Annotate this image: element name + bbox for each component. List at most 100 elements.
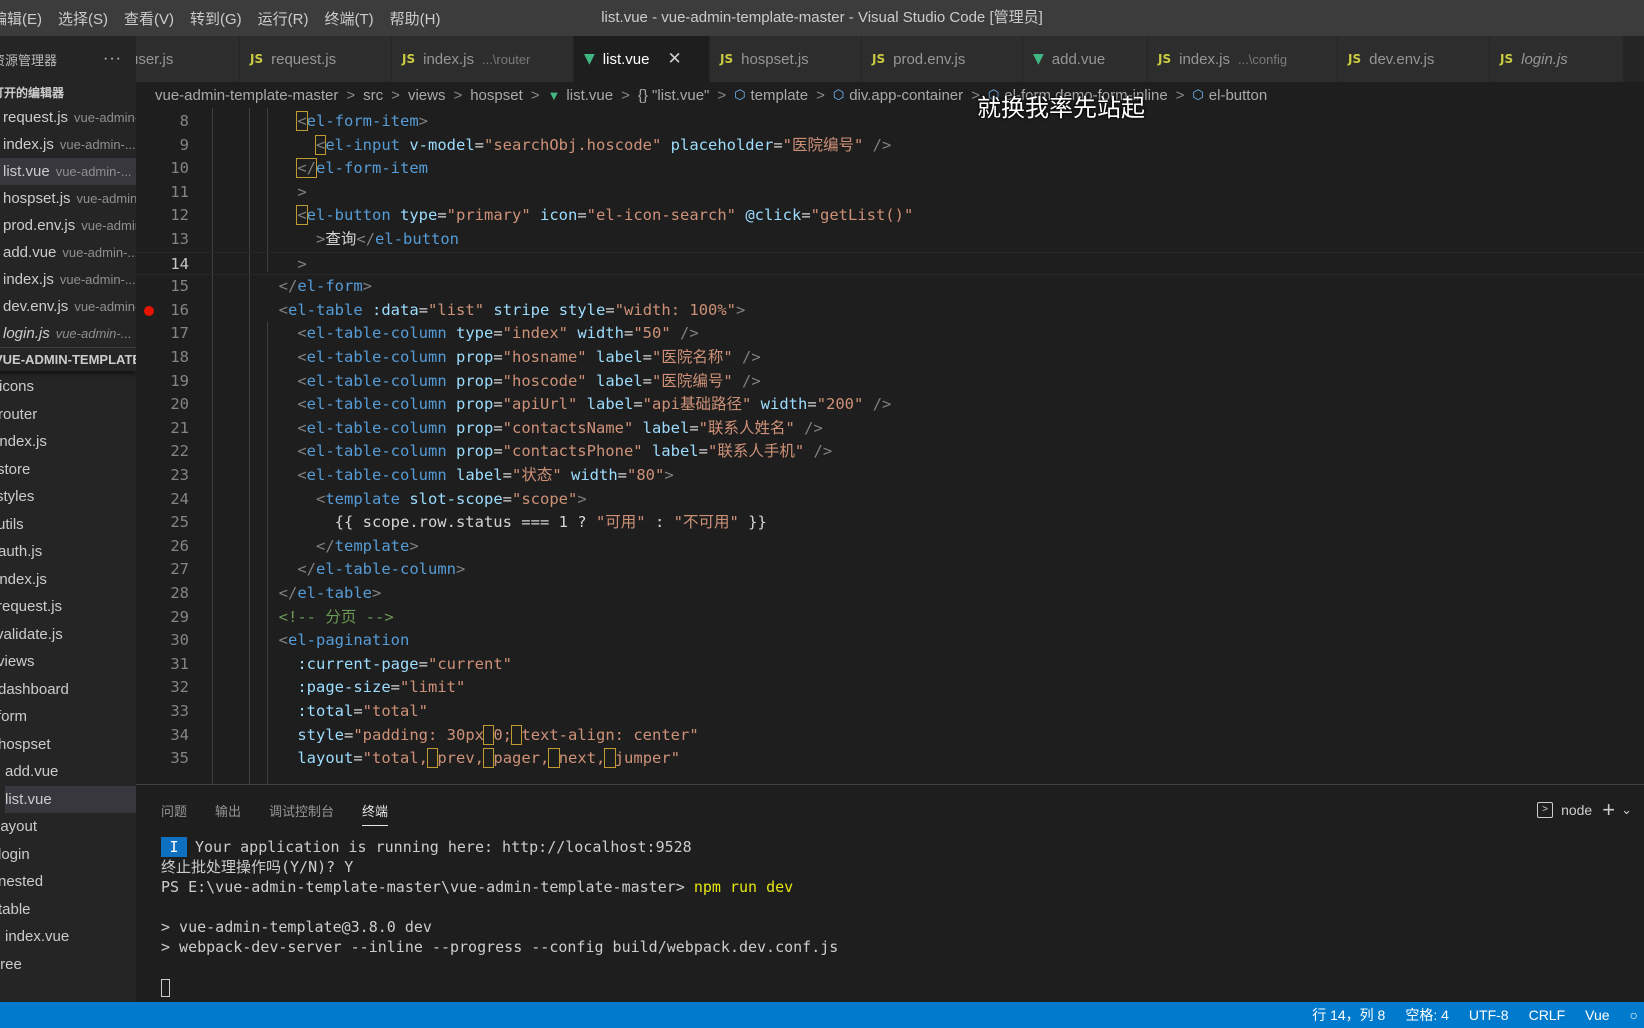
tree-item[interactable]: request.js [0,593,136,621]
editor-tab[interactable]: ▼ add.vue [1023,36,1148,82]
terminal-output[interactable]: I Your application is running here: http:… [161,837,838,997]
code-line[interactable]: 29 <!-- 分页 --> [136,606,1644,630]
code-line[interactable]: 13 >查询</el-button [136,228,1644,252]
tree-item[interactable]: validate.js [0,621,136,649]
code-line[interactable]: 24 <template slot-scope="scope"> [136,488,1644,512]
tab-output[interactable]: 输出 [215,801,241,826]
tree-item[interactable]: index.js [0,428,136,456]
editor-tab[interactable]: JS login.js [1490,36,1624,82]
chevron-down-icon[interactable]: ⌄ [1621,802,1632,818]
tree-item[interactable]: table [0,896,136,924]
code-line[interactable]: 17 <el-table-column type="index" width="… [136,322,1644,346]
open-editor-item[interactable]: prod.env.js vue-admin-... [0,212,136,239]
status-eol[interactable]: CRLF [1529,1007,1566,1023]
tab-terminal[interactable]: 终端 [362,801,389,826]
tree-item[interactable]: list.vue [5,785,136,813]
tree-item[interactable]: index.js [0,566,136,594]
menu-help[interactable]: 帮助(H) [382,8,449,29]
open-editor-item[interactable]: login.js vue-admin-... [0,320,136,347]
tree-item[interactable]: nested [0,868,136,896]
status-language[interactable]: Vue [1585,1007,1609,1023]
code-line[interactable]: 23 <el-table-column label="状态" width="80… [136,464,1644,488]
breadcrumb-item[interactable]: div.app-container [849,87,963,104]
editor-tab[interactable]: JS prod.env.js [862,36,1023,82]
code-line[interactable]: 18 <el-table-column prop="hosname" label… [136,346,1644,370]
breadcrumb-item[interactable]: views [408,87,446,104]
code-line[interactable]: 8 <el-form-item> [136,110,1644,134]
status-indentation[interactable]: 空格: 4 [1405,1005,1449,1025]
tree-item[interactable]: dashboard [0,676,136,704]
notification-bell-icon[interactable]: ○ [1630,1007,1638,1023]
open-editor-item[interactable]: request.js vue-admin-... [0,104,136,131]
code-line[interactable]: 9 <el-input v-model="searchObj.hoscode" … [136,134,1644,158]
open-editor-item[interactable]: index.js vue-admin-... [0,131,136,158]
editor-tab[interactable]: user.js [136,36,240,82]
code-line[interactable]: 12 <el-button type="primary" icon="el-ic… [136,204,1644,228]
open-editor-item[interactable]: index.js vue-admin-... [0,266,136,293]
breadcrumb-item[interactable]: list.vue [566,87,613,104]
tab-problems[interactable]: 问题 [161,801,187,826]
menu-terminal[interactable]: 终端(T) [317,8,382,29]
code-line[interactable]: 25 {{ scope.row.status === 1 ? "可用" : "不… [136,511,1644,535]
code-line[interactable]: 31 :current-page="current" [136,653,1644,677]
code-line[interactable]: 33 :total="total" [136,700,1644,724]
editor-tab[interactable]: JS dev.env.js [1338,36,1490,82]
status-cursor-position[interactable]: 行 14，列 8 [1312,1005,1385,1025]
code-line[interactable]: 15 </el-form> [136,275,1644,299]
code-line[interactable]: 26 </template> [136,535,1644,559]
tree-item[interactable]: login [0,841,136,869]
code-line[interactable]: 21 <el-table-column prop="contactsName" … [136,417,1644,441]
code-line[interactable]: 16 <el-table :data="list" stripe style="… [136,299,1644,323]
menu-view[interactable]: 查看(V) [116,8,182,29]
menu-run[interactable]: 运行(R) [250,8,317,29]
breadcrumb-item[interactable]: src [363,87,383,104]
code-line[interactable]: 22 <el-table-column prop="contactsPhone"… [136,440,1644,464]
code-line[interactable]: 14 > [136,251,1644,276]
code-line[interactable]: 34 style="padding: 30px 0; text-align: c… [136,724,1644,748]
editor-tab[interactable]: JS index.js ...\config [1148,36,1338,82]
tree-item[interactable]: add.vue [5,758,136,786]
code-line[interactable]: 20 <el-table-column prop="apiUrl" label=… [136,393,1644,417]
more-actions-icon[interactable]: ··· [103,50,122,68]
open-editor-item[interactable]: list.vue vue-admin-... [0,158,136,185]
code-line[interactable]: 11 > [136,181,1644,205]
breadcrumb-item[interactable]: vue-admin-template-master [155,87,338,104]
status-encoding[interactable]: UTF-8 [1469,1007,1509,1023]
open-editor-item[interactable]: dev.env.js vue-admin-... [0,293,136,320]
tree-item[interactable]: utils [0,511,136,539]
tree-item[interactable]: form [0,703,136,731]
tree-item[interactable]: views [0,648,136,676]
code-line[interactable]: 28 </el-table> [136,582,1644,606]
menu-selection[interactable]: 选择(S) [50,8,116,29]
breadcrumb-item[interactable]: template [751,87,809,104]
tree-item[interactable]: store [0,456,136,484]
breadcrumb-item[interactable]: hospset [470,87,523,104]
tree-item[interactable]: layout [0,813,136,841]
new-terminal-icon[interactable]: + [1602,797,1615,823]
breadcrumb-item[interactable]: {} "list.vue" [638,87,710,104]
menu-edit[interactable]: 编辑(E) [0,8,50,29]
open-editors-header[interactable]: 打开的编辑器 [0,82,136,104]
terminal-selector[interactable]: node [1561,802,1592,818]
code-line[interactable]: 32 :page-size="limit" [136,676,1644,700]
tree-item[interactable]: icons [0,373,136,401]
editor-tab[interactable]: JS hospset.js [710,36,862,82]
code-editor[interactable]: 8 <el-form-item> 9 <el-input v-model="sea… [136,108,1644,784]
editor-tab[interactable]: ▼ list.vue ✕ [574,36,710,82]
tree-item[interactable]: tree [0,951,136,979]
tab-debug-console[interactable]: 调试控制台 [269,801,334,826]
tree-item[interactable]: index.vue [5,923,136,951]
code-line[interactable]: 35 layout="total, prev, pager, next, jum… [136,747,1644,771]
editor-tab[interactable]: JS request.js [240,36,392,82]
tree-item[interactable]: hospset [0,731,136,759]
code-line[interactable]: 27 </el-table-column> [136,558,1644,582]
project-header[interactable]: VUE-ADMIN-TEMPLATE-MASTER [0,347,136,371]
close-icon[interactable]: ✕ [667,49,681,69]
code-line[interactable]: 10 </el-form-item [136,157,1644,181]
editor-tab[interactable]: JS index.js ...\router [392,36,574,82]
code-line[interactable]: 19 <el-table-column prop="hoscode" label… [136,370,1644,394]
menu-go[interactable]: 转到(G) [182,8,250,29]
open-editor-item[interactable]: add.vue vue-admin-... [0,239,136,266]
tree-item[interactable]: auth.js [0,538,136,566]
code-line[interactable]: 30 <el-pagination [136,629,1644,653]
